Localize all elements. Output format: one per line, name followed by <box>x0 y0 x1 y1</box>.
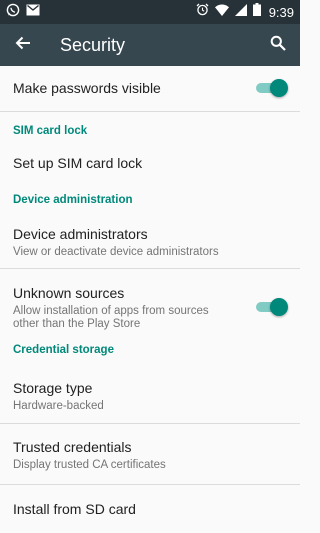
status-bar-system: 9:39 <box>196 3 294 21</box>
settings-list: Make passwords visible SIM card lock Set… <box>0 66 300 525</box>
setting-make-passwords-visible[interactable]: Make passwords visible <box>0 66 300 111</box>
make-passwords-visible-switch[interactable] <box>256 79 288 97</box>
setting-summary: Display trusted CA certificates <box>13 459 166 471</box>
category-device-administration: Device administration <box>13 194 133 206</box>
setting-title: Unknown sources <box>13 285 125 301</box>
gmail-icon <box>26 3 40 21</box>
unknown-sources-switch[interactable] <box>256 298 288 316</box>
setting-device-administrators[interactable]: Device administrators View or deactivate… <box>0 210 300 268</box>
setting-title: Trusted credentials <box>13 439 132 455</box>
signal-icon <box>234 3 247 21</box>
switch-thumb <box>270 79 288 97</box>
setting-set-up-sim-card-lock[interactable]: Set up SIM card lock <box>0 139 300 184</box>
wifi-icon <box>214 3 229 21</box>
status-bar: 9:39 <box>0 0 300 24</box>
search-icon <box>270 35 286 56</box>
arrow-back-icon <box>15 35 31 56</box>
summary-line: Allow installation of apps from sources <box>13 305 209 317</box>
setting-summary: Allow installation of apps from sources … <box>13 305 287 331</box>
category-credential-storage: Credential storage <box>13 344 114 356</box>
status-bar-time: 9:39 <box>268 4 294 20</box>
setting-summary: View or deactivate device administrators <box>13 246 219 258</box>
setting-unknown-sources[interactable]: Unknown sources Allow installation of ap… <box>0 269 300 338</box>
setting-title: Device administrators <box>13 226 148 242</box>
back-button[interactable] <box>0 24 46 66</box>
status-bar-notifications <box>6 3 40 22</box>
setting-storage-type[interactable]: Storage type Hardware-backed <box>0 365 300 423</box>
setting-title: Make passwords visible <box>13 80 161 96</box>
page-title: Security <box>60 34 126 55</box>
battery-icon <box>252 3 261 21</box>
setting-title: Set up SIM card lock <box>13 155 143 171</box>
setting-trusted-credentials[interactable]: Trusted credentials Display trusted CA c… <box>0 424 300 484</box>
switch-thumb <box>270 298 288 316</box>
app-bar: Security <box>0 24 300 66</box>
setting-title: Storage type <box>13 380 93 396</box>
setting-title: Install from SD card <box>13 501 136 517</box>
summary-line: other than the Play Store <box>13 318 141 330</box>
alarm-icon <box>196 3 209 21</box>
whatsapp-icon <box>6 3 20 22</box>
category-sim-card-lock: SIM card lock <box>13 125 88 137</box>
setting-install-from-sd-card[interactable]: Install from SD card <box>0 485 300 525</box>
search-button[interactable] <box>256 24 300 66</box>
setting-summary: Hardware-backed <box>13 400 104 412</box>
